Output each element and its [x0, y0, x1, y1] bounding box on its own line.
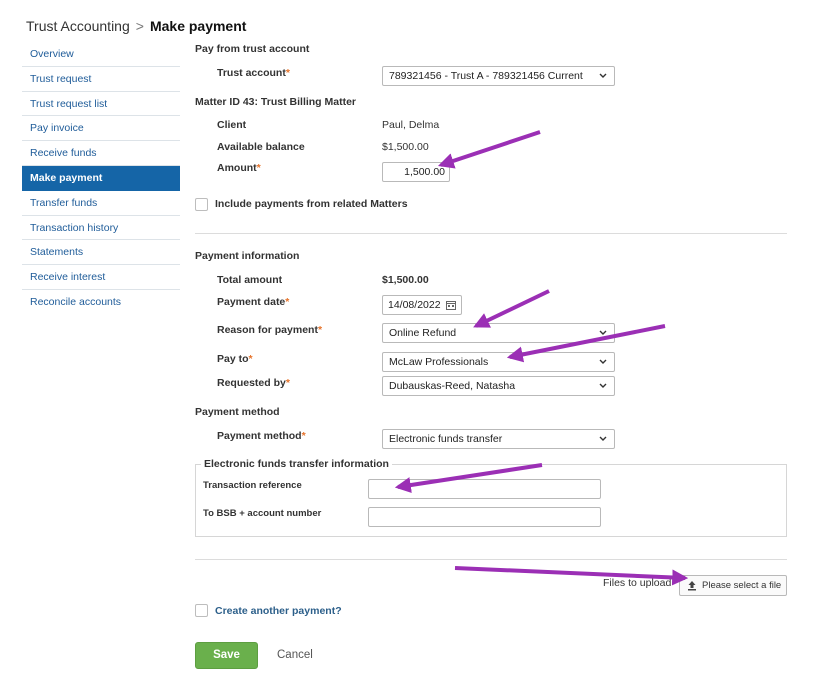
include-related-checkbox[interactable] — [195, 198, 208, 211]
payment-info-heading: Payment information — [195, 250, 300, 262]
sidebar-item-receive-funds[interactable]: Receive funds — [22, 141, 180, 166]
requested-by-select[interactable]: Dubauskas-Reed, Natasha — [382, 376, 615, 396]
section-divider — [195, 559, 787, 560]
sidebar-item-make-payment[interactable]: Make payment — [22, 165, 180, 191]
available-balance-value: $1,500.00 — [382, 141, 429, 153]
payment-date-label: Payment date* — [217, 296, 290, 308]
reason-label: Reason for payment* — [217, 324, 323, 336]
select-file-button[interactable]: Please select a file — [679, 575, 787, 596]
client-label: Client — [217, 119, 247, 131]
breadcrumb: Trust Accounting > Make payment — [26, 18, 246, 34]
sidebar-item-trust-request-list[interactable]: Trust request list — [22, 92, 180, 117]
annotation-arrow — [473, 289, 550, 328]
files-label: Files to upload — [603, 577, 672, 589]
amount-input[interactable]: 1,500.00 — [382, 162, 450, 182]
breadcrumb-parent[interactable]: Trust Accounting — [26, 18, 130, 34]
bsb-account-label: To BSB + account number — [203, 508, 322, 519]
pay-to-select[interactable]: McLaw Professionals — [382, 352, 615, 372]
available-balance-label: Available balance — [217, 141, 305, 153]
sidebar-item-transaction-history[interactable]: Transaction history — [22, 216, 180, 241]
total-amount-value: $1,500.00 — [382, 274, 429, 286]
sidebar-item-transfer-funds[interactable]: Transfer funds — [22, 191, 180, 216]
sidebar-item-overview[interactable]: Overview — [22, 42, 180, 67]
payment-method-heading: Payment method — [195, 406, 280, 418]
sidebar-item-trust-request[interactable]: Trust request — [22, 67, 180, 92]
trust-account-select[interactable]: 789321456 - Trust A - 789321456 Current — [382, 66, 615, 86]
upload-icon — [688, 581, 696, 591]
create-another-label: Create another payment? — [215, 605, 342, 617]
client-value: Paul, Delma — [382, 119, 440, 131]
sidebar-item-receive-interest[interactable]: Receive interest — [22, 265, 180, 290]
chevron-down-icon — [599, 73, 607, 78]
matter-heading: Matter ID 43: Trust Billing Matter — [195, 96, 357, 108]
chevron-down-icon — [599, 359, 607, 364]
sidebar-nav: Overview Trust request Trust request list P… — [22, 42, 180, 315]
transaction-reference-label: Transaction reference — [203, 480, 302, 491]
payment-date-input[interactable]: 14/08/2022 — [382, 295, 462, 315]
chevron-down-icon — [599, 383, 607, 388]
chevron-down-icon — [599, 436, 607, 441]
payment-method-select[interactable]: Electronic funds transfer — [382, 429, 615, 449]
sidebar-item-statements[interactable]: Statements — [22, 240, 180, 266]
save-button[interactable]: Save — [195, 642, 258, 669]
sidebar-item-reconcile-accounts[interactable]: Reconcile accounts — [22, 290, 180, 315]
pay-from-heading: Pay from trust account — [195, 43, 310, 55]
transaction-reference-input[interactable] — [368, 479, 601, 499]
bsb-account-input[interactable] — [368, 507, 601, 527]
payment-method-label: Payment method* — [217, 430, 306, 442]
reason-select[interactable]: Online Refund — [382, 323, 615, 343]
section-divider — [195, 233, 787, 234]
include-related-label: Include payments from related Matters — [215, 198, 408, 210]
requested-by-label: Requested by* — [217, 377, 290, 389]
pay-to-label: Pay to* — [217, 353, 253, 365]
calendar-icon[interactable] — [446, 300, 456, 310]
total-amount-label: Total amount — [217, 274, 283, 286]
eft-legend: Electronic funds transfer information — [201, 458, 392, 470]
amount-label: Amount* — [217, 162, 261, 174]
page-title: Make payment — [149, 18, 247, 34]
chevron-down-icon — [599, 330, 607, 335]
chevron-right-icon: > — [135, 18, 144, 34]
cancel-button[interactable]: Cancel — [277, 649, 313, 661]
annotation-arrow — [437, 130, 541, 169]
sidebar-item-pay-invoice[interactable]: Pay invoice — [22, 116, 180, 142]
trust-account-label: Trust account* — [217, 67, 290, 79]
create-another-checkbox[interactable] — [195, 604, 208, 617]
